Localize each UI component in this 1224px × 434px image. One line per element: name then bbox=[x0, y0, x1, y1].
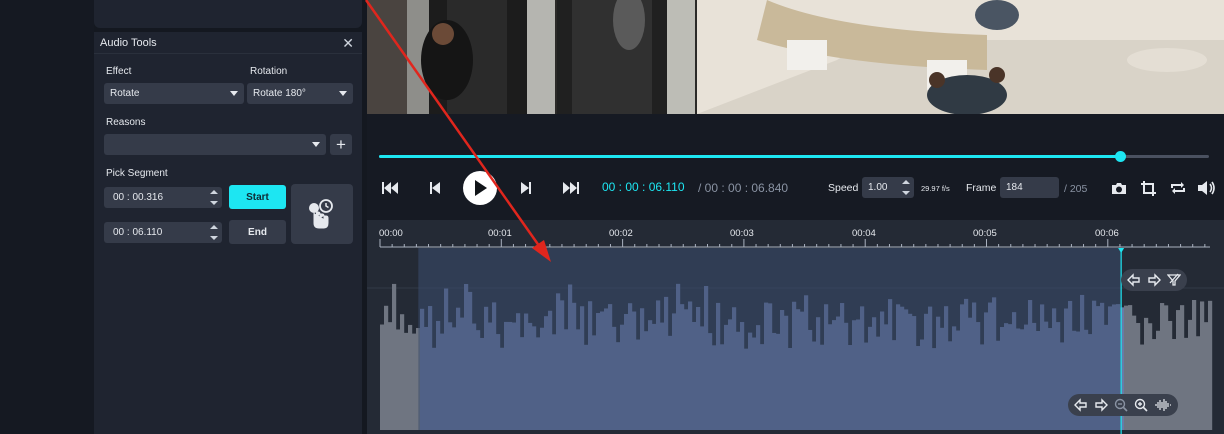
left-gutter bbox=[0, 0, 94, 434]
panel-title: Audio Tools bbox=[100, 36, 157, 49]
waveform-bar bbox=[388, 322, 393, 430]
waveform-bar bbox=[412, 333, 417, 430]
end-button[interactable]: End bbox=[229, 220, 286, 244]
scroll-right-icon[interactable] bbox=[1094, 398, 1108, 412]
waveform-bar bbox=[400, 314, 405, 430]
waveform-bar bbox=[1152, 339, 1157, 430]
step-back-icon[interactable] bbox=[428, 180, 442, 196]
waveform-bar bbox=[1184, 337, 1189, 430]
audio-timeline[interactable]: 00:00 00:01 00:02 00:03 00:04 00:05 00:0… bbox=[367, 220, 1224, 434]
volume-icon[interactable] bbox=[1198, 180, 1216, 196]
waveform-bar bbox=[1172, 339, 1177, 430]
segment-start-value: 00 : 00.316 bbox=[113, 192, 164, 203]
play-icon bbox=[475, 180, 487, 196]
close-icon[interactable]: ✕ bbox=[342, 36, 354, 50]
pick-time-button[interactable] bbox=[291, 184, 353, 244]
waveform-bar bbox=[1204, 322, 1209, 430]
stepper-icon[interactable] bbox=[210, 225, 218, 240]
frame-label: Frame bbox=[966, 182, 997, 194]
crop-icon[interactable] bbox=[1140, 180, 1156, 196]
waveform-bar bbox=[396, 329, 401, 430]
arrow-right-icon[interactable] bbox=[1147, 273, 1161, 287]
effect-select[interactable]: Rotate bbox=[104, 83, 244, 104]
pick-segment-label: Pick Segment bbox=[106, 168, 168, 179]
chevron-down-icon bbox=[312, 142, 320, 147]
reasons-select[interactable] bbox=[104, 134, 326, 155]
segment-end-value: 00 : 06.110 bbox=[113, 227, 163, 238]
upper-panel bbox=[94, 0, 362, 28]
add-reason-button[interactable]: + bbox=[330, 134, 352, 155]
zoom-in-icon[interactable] bbox=[1134, 398, 1148, 412]
player-controls: 00 : 00 : 06.110 / 00 : 00 : 06.840 Spee… bbox=[367, 114, 1224, 220]
waveform-bar bbox=[1180, 305, 1185, 430]
waveform-bar bbox=[1200, 301, 1205, 430]
effect-label: Effect bbox=[106, 66, 132, 77]
chevron-down-icon bbox=[339, 91, 347, 96]
play-button[interactable] bbox=[463, 171, 497, 205]
fit-waveform-icon[interactable] bbox=[1154, 398, 1172, 412]
hand-clock-icon bbox=[309, 199, 333, 229]
waveform-bar bbox=[1176, 310, 1181, 430]
waveform-bar bbox=[1192, 300, 1197, 430]
stepper-icon[interactable] bbox=[902, 180, 910, 195]
effect-value: Rotate bbox=[110, 88, 140, 99]
audio-tools-panel: Audio Tools ✕ Effect Rotate Rotation Rot… bbox=[94, 32, 362, 434]
selection-region[interactable] bbox=[418, 248, 1122, 430]
loop-icon[interactable] bbox=[1169, 180, 1186, 196]
chevron-down-icon bbox=[230, 91, 238, 96]
plus-icon: + bbox=[336, 134, 346, 154]
fps-label: 29.97 f/s bbox=[921, 184, 950, 193]
rotation-select[interactable]: Rotate 180° bbox=[247, 83, 353, 104]
rotation-value: Rotate 180° bbox=[253, 88, 306, 99]
current-time: 00 : 00 : 06.110 bbox=[602, 180, 685, 194]
panel-header: Audio Tools ✕ bbox=[94, 32, 362, 54]
frame-field[interactable]: 184 bbox=[1000, 177, 1059, 198]
frame-total: / 205 bbox=[1064, 183, 1088, 195]
progress-knob[interactable] bbox=[1115, 151, 1127, 162]
skip-to-start-icon[interactable] bbox=[381, 180, 399, 196]
skip-to-end-icon[interactable] bbox=[562, 180, 580, 196]
speed-value: 1.00 bbox=[868, 182, 888, 193]
waveform-bar bbox=[392, 283, 397, 430]
selection-tools bbox=[1121, 269, 1187, 291]
speed-label: Speed bbox=[828, 182, 859, 194]
waveform-bar bbox=[1196, 336, 1201, 430]
waveform-bar bbox=[404, 332, 409, 430]
start-button[interactable]: Start bbox=[229, 185, 286, 209]
progress-bar[interactable] bbox=[379, 151, 1209, 162]
segment-start-field[interactable]: 00 : 00.316 bbox=[104, 187, 222, 208]
waveform-bar bbox=[384, 305, 389, 430]
arrow-left-icon[interactable] bbox=[1127, 273, 1141, 287]
speed-field[interactable]: 1.00 bbox=[862, 177, 914, 198]
camera-icon[interactable] bbox=[1111, 180, 1127, 196]
rotation-label: Rotation bbox=[250, 66, 288, 77]
segment-end-field[interactable]: 00 : 06.110 bbox=[104, 222, 222, 243]
video-preview bbox=[367, 0, 1224, 114]
waveform-bar bbox=[380, 324, 385, 430]
clear-selection-icon[interactable] bbox=[1167, 273, 1181, 287]
total-time: / 00 : 00 : 06.840 bbox=[698, 181, 789, 195]
zoom-out-icon[interactable] bbox=[1114, 398, 1128, 412]
step-forward-icon[interactable] bbox=[519, 180, 533, 196]
waveform-bar bbox=[1188, 319, 1193, 430]
video-frame-image bbox=[367, 0, 1224, 114]
waveform-bar bbox=[408, 324, 413, 430]
reasons-label: Reasons bbox=[106, 117, 146, 128]
waveform-bar bbox=[1208, 300, 1213, 430]
frame-value: 184 bbox=[1006, 182, 1023, 193]
scroll-left-icon[interactable] bbox=[1074, 398, 1088, 412]
stepper-icon[interactable] bbox=[210, 190, 218, 205]
waveform-bar bbox=[1140, 344, 1145, 430]
editor-window: Audio Tools ✕ Effect Rotate Rotation Rot… bbox=[0, 0, 1224, 434]
progress-fill bbox=[379, 155, 1121, 158]
zoom-tools bbox=[1068, 394, 1178, 416]
